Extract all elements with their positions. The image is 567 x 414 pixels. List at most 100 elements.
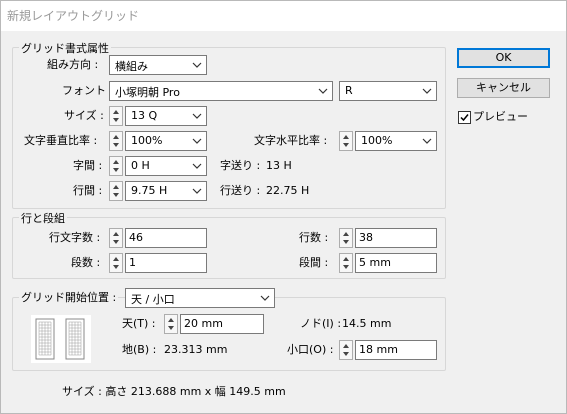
size-stepper[interactable] <box>109 106 123 126</box>
grid-start-dropdown[interactable]: 天 / 小口 <box>125 288 275 308</box>
stepper-up-icon <box>343 257 349 261</box>
horizontal-ratio-value: 100% <box>361 134 393 147</box>
stepper-up-icon <box>113 185 119 189</box>
char-spacing-stepper[interactable] <box>109 156 123 176</box>
bottom-margin-label: 地(B) : <box>122 343 157 356</box>
bottom-margin-value: 23.313 mm <box>164 343 228 356</box>
top-margin-input[interactable]: 20 mm <box>180 314 264 334</box>
gutter-stepper[interactable] <box>339 253 353 273</box>
grid-start-value: 天 / 小口 <box>131 293 175 306</box>
chars-per-line-stepper[interactable] <box>109 228 123 248</box>
fore-edge-value: 18 mm <box>359 343 398 356</box>
line-spacing-label: 行間 : <box>73 184 103 197</box>
chevron-down-icon <box>192 188 202 194</box>
columns-value: 1 <box>129 256 136 269</box>
chevron-down-icon <box>192 163 202 169</box>
grid-start-label: グリッド開始位置 : <box>19 291 119 305</box>
chevron-down-icon <box>192 113 202 119</box>
stepper-down-icon <box>113 240 119 244</box>
stepper-up-icon <box>343 232 349 236</box>
size-summary: サイズ : 高さ 213.688 mm x 幅 149.5 mm <box>62 385 286 398</box>
vertical-ratio-dropdown[interactable]: 100% <box>125 131 207 151</box>
chevron-down-icon <box>422 138 432 144</box>
chevron-down-icon <box>192 62 202 68</box>
chars-per-line-input[interactable]: 46 <box>125 228 207 248</box>
grid-page-icon <box>35 318 85 360</box>
stepper-down-icon <box>168 326 174 330</box>
font-style-dropdown[interactable]: R <box>339 81 437 101</box>
columns-stepper[interactable] <box>109 253 123 273</box>
horizontal-ratio-dropdown[interactable]: 100% <box>355 131 437 151</box>
ok-button[interactable]: OK <box>457 48 550 68</box>
stepper-up-icon <box>343 344 349 348</box>
stepper-up-icon <box>113 160 119 164</box>
nodo-value: 14.5 mm <box>342 317 392 330</box>
stepper-down-icon <box>343 352 349 356</box>
lines-label: 行数 : <box>299 231 329 244</box>
new-layout-grid-dialog: 新規レイアウトグリッド OK キャンセル プレビュー グリッド書式属性 組み方向… <box>0 0 567 414</box>
preview-checkbox[interactable] <box>458 111 471 124</box>
columns-label: 段数 : <box>71 256 101 269</box>
vertical-ratio-value: 100% <box>131 134 163 147</box>
chevron-down-icon <box>422 88 432 94</box>
gutter-value: 5 mm <box>359 256 391 269</box>
char-aki-label: 字送り : <box>220 159 261 172</box>
char-spacing-dropdown[interactable]: 0 H <box>125 156 207 176</box>
cancel-button[interactable]: キャンセル <box>457 78 550 98</box>
stepper-down-icon <box>113 118 119 122</box>
fore-edge-label: 小口(O) : <box>287 343 334 356</box>
line-spacing-stepper[interactable] <box>109 181 123 201</box>
font-label: フォント : <box>62 84 114 97</box>
fore-edge-input[interactable]: 18 mm <box>355 340 437 360</box>
direction-dropdown[interactable]: 横組み <box>109 55 207 75</box>
line-feed-label: 行送り : <box>220 184 261 197</box>
chevron-down-icon <box>318 88 328 94</box>
stepper-down-icon <box>113 143 119 147</box>
stepper-up-icon <box>113 135 119 139</box>
font-value: 小塚明朝 Pro <box>115 86 180 99</box>
font-dropdown[interactable]: 小塚明朝 Pro <box>109 81 333 101</box>
nodo-label: ノド(I) : <box>300 317 342 330</box>
size-dropdown[interactable]: 13 Q <box>125 106 207 126</box>
lines-columns-title: 行と段組 <box>19 210 67 226</box>
chevron-down-icon <box>192 138 202 144</box>
top-margin-stepper[interactable] <box>164 314 178 334</box>
stepper-up-icon <box>113 110 119 114</box>
line-spacing-value: 9.75 H <box>131 184 168 197</box>
window-title: 新規レイアウトグリッド <box>7 9 140 23</box>
stepper-down-icon <box>343 265 349 269</box>
horizontal-ratio-stepper[interactable] <box>339 131 353 151</box>
stepper-down-icon <box>113 193 119 197</box>
chevron-down-icon <box>260 295 270 301</box>
checkmark-icon <box>460 114 469 122</box>
lines-stepper[interactable] <box>339 228 353 248</box>
stepper-down-icon <box>113 265 119 269</box>
stepper-down-icon <box>343 143 349 147</box>
direction-value: 横組み <box>115 60 148 73</box>
grid-attributes-title: グリッド書式属性 <box>19 40 111 56</box>
stepper-down-icon <box>113 168 119 172</box>
vertical-ratio-stepper[interactable] <box>109 131 123 151</box>
direction-label: 組み方向 : <box>47 58 99 71</box>
size-value: 13 Q <box>131 109 158 122</box>
horizontal-ratio-label: 文字水平比率 : <box>254 134 328 147</box>
chars-per-line-label: 行文字数 : <box>49 231 101 244</box>
char-spacing-label: 字間 : <box>73 159 103 172</box>
preview-label: プレビュー <box>473 110 528 123</box>
line-spacing-dropdown[interactable]: 9.75 H <box>125 181 207 201</box>
grid-preview-thumbnail <box>31 315 91 363</box>
gutter-label: 段間 : <box>299 256 329 269</box>
char-spacing-value: 0 H <box>131 159 150 172</box>
title-bar: 新規レイアウトグリッド <box>1 1 566 31</box>
fore-edge-stepper[interactable] <box>339 340 353 360</box>
gutter-input[interactable]: 5 mm <box>355 253 437 273</box>
lines-input[interactable]: 38 <box>355 228 437 248</box>
char-aki-value: 13 H <box>266 159 292 172</box>
chars-per-line-value: 46 <box>129 231 143 244</box>
stepper-up-icon <box>343 135 349 139</box>
columns-input[interactable]: 1 <box>125 253 207 273</box>
vertical-ratio-label: 文字垂直比率 : <box>24 134 98 147</box>
font-style-value: R <box>345 84 353 97</box>
top-margin-value: 20 mm <box>184 317 223 330</box>
stepper-up-icon <box>113 257 119 261</box>
